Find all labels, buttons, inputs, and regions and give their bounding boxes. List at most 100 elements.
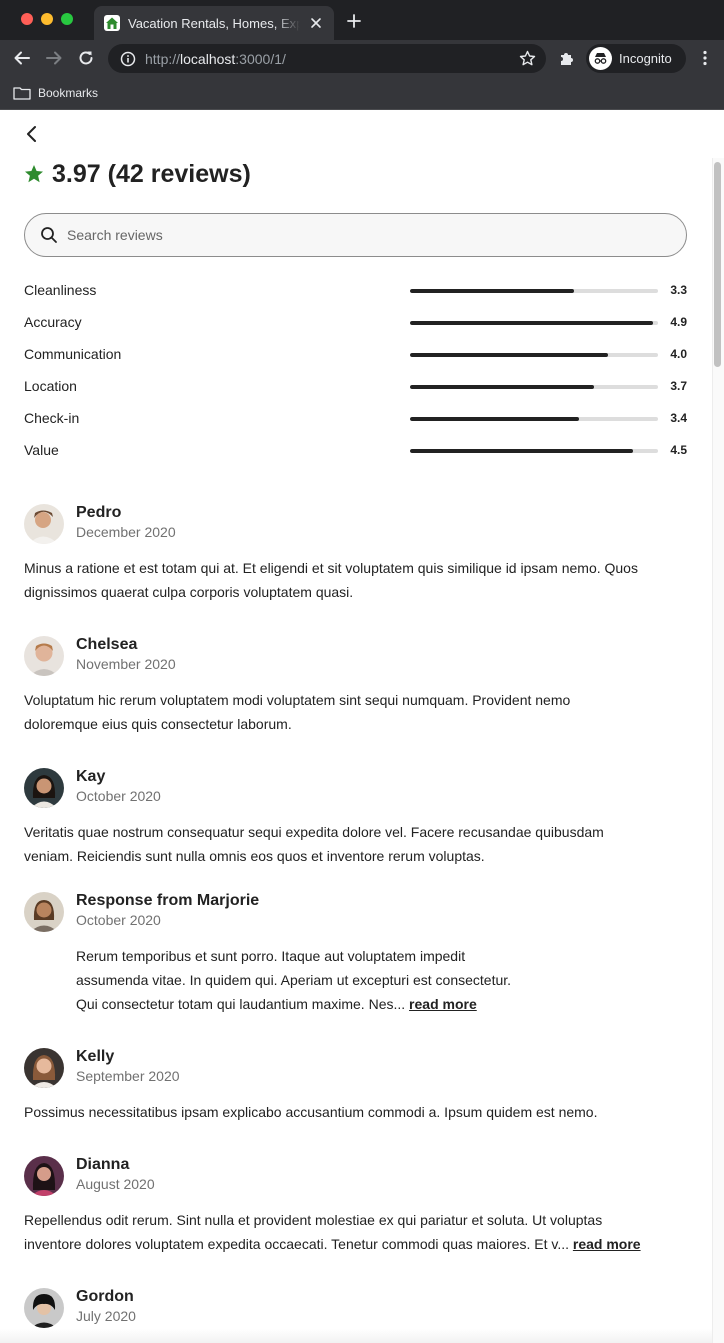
bookmarks-bar: Bookmarks: [0, 77, 724, 110]
back-chevron-icon[interactable]: [22, 124, 42, 144]
reviewer-name: Pedro: [76, 504, 122, 521]
review-text-segment: inventore dolores voluptatem expedita oc…: [24, 1236, 569, 1252]
response-text: Rerum temporibus et sunt porro. Itaque a…: [76, 944, 511, 1016]
house-favicon-icon: [104, 15, 120, 31]
review-text-line: Qui consectetur totam qui laudantium max…: [76, 992, 511, 1016]
address-bar[interactable]: http://localhost:3000/1/: [108, 44, 546, 73]
review-count: (42 reviews): [107, 159, 251, 188]
category-bar: [410, 321, 658, 325]
search-reviews-box[interactable]: [24, 213, 687, 257]
category-bar-fill: [410, 417, 579, 421]
bottom-fade: [0, 1329, 712, 1343]
review-text-line: dignissimos quaerat culpa corporis volup…: [24, 584, 354, 600]
category-bar-fill: [410, 321, 654, 325]
avatar[interactable]: [24, 504, 64, 544]
bookmark-star-icon[interactable]: [519, 50, 536, 67]
review-text-line: Repellendus odit rerum. Sint nulla et pr…: [24, 1212, 603, 1228]
category-label: Cleanliness: [24, 282, 97, 298]
reviewer-name: Kelly: [76, 1048, 115, 1065]
category-label: Location: [24, 378, 77, 394]
review-text: Possimus necessitatibus ipsam explicabo …: [24, 1100, 597, 1124]
category-bar: [410, 417, 658, 421]
avatar[interactable]: [24, 1048, 64, 1088]
category-rating-value: Value 4.5: [24, 441, 687, 461]
review-text-line: Rerum temporibus et sunt porro. Itaque a…: [76, 948, 466, 964]
avatar[interactable]: [24, 892, 64, 932]
info-icon[interactable]: [120, 51, 136, 67]
reviewer-name: Kay: [76, 768, 106, 785]
bookmarks-folder-label[interactable]: Bookmarks: [38, 86, 98, 100]
browser-tab[interactable]: Vacation Rentals, Homes, Experiences & P…: [94, 6, 334, 40]
new-tab-icon[interactable]: [345, 12, 363, 30]
review-date: July 2020: [76, 1308, 136, 1324]
review-text: Minus a ratione et est totam qui at. Et …: [24, 556, 638, 604]
url-host: localhost: [180, 50, 236, 67]
review-text-line: assumenda vitae. In quidem qui. Aperiam …: [76, 972, 512, 988]
category-rating-cleanliness: Cleanliness 3.3: [24, 281, 687, 301]
back-arrow-icon[interactable]: [13, 49, 31, 67]
category-bar: [410, 353, 658, 357]
review-date: September 2020: [76, 1068, 180, 1084]
search-input[interactable]: [65, 226, 625, 244]
incognito-label: Incognito: [619, 51, 672, 66]
category-bar-fill: [410, 289, 574, 293]
category-rating-check-in: Check-in 3.4: [24, 409, 687, 429]
category-rating-communication: Communication 4.0: [24, 345, 687, 365]
category-label: Communication: [24, 346, 122, 362]
incognito-profile-button[interactable]: Incognito: [586, 44, 686, 73]
review-date: November 2020: [76, 656, 176, 672]
category-label: Check-in: [24, 410, 80, 426]
reviewer-name: Chelsea: [76, 636, 138, 653]
scrollbar-thumb[interactable]: [714, 162, 721, 367]
avatar[interactable]: [24, 1288, 64, 1328]
search-icon: [41, 227, 57, 243]
folder-icon: [13, 87, 31, 100]
review-date: October 2020: [76, 912, 161, 928]
kebab-menu-icon[interactable]: [699, 49, 711, 67]
forward-arrow-icon[interactable]: [45, 49, 63, 67]
category-label: Value: [24, 442, 59, 458]
review-date: October 2020: [76, 788, 161, 804]
review-date: December 2020: [76, 524, 176, 540]
maximize-window-button[interactable]: [61, 13, 73, 25]
read-more-link[interactable]: read more: [573, 1236, 641, 1252]
category-bar-fill: [410, 353, 609, 357]
category-bar: [410, 385, 658, 389]
review-text-line: inventore dolores voluptatem expedita oc…: [24, 1232, 641, 1256]
page-content: 3.97 (42 reviews) Cleanliness 3.3 Accura…: [0, 110, 724, 1343]
rating-value: 3.97: [52, 159, 101, 188]
browser-toolbar: http://localhost:3000/1/ Incognito: [0, 40, 724, 77]
category-score: 4.9: [670, 315, 687, 329]
response-title: Response from Marjorie: [76, 892, 260, 909]
url-path: :3000/1/: [235, 50, 286, 67]
category-bar: [410, 289, 658, 293]
review-text-line: doloremque eius quis consectetur laborum…: [24, 716, 292, 732]
extensions-puzzle-icon[interactable]: [558, 49, 576, 67]
category-score: 3.7: [670, 379, 687, 393]
url-scheme: http://: [145, 50, 181, 67]
review-text-line: veniam. Reiciendis sunt nulla omnis eos …: [24, 848, 485, 864]
read-more-link[interactable]: read more: [409, 996, 477, 1012]
close-window-button[interactable]: [21, 13, 33, 25]
avatar[interactable]: [24, 636, 64, 676]
review-text-line: Veritatis quae nostrum consequatur sequi…: [24, 824, 604, 840]
rating-summary: 3.97 (42 reviews): [24, 157, 251, 191]
category-rating-accuracy: Accuracy 4.9: [24, 313, 687, 333]
category-rating-location: Location 3.7: [24, 377, 687, 397]
incognito-icon: [589, 47, 612, 70]
category-bar: [410, 449, 658, 453]
minimize-window-button[interactable]: [41, 13, 53, 25]
category-bar-fill: [410, 449, 634, 453]
reload-icon[interactable]: [77, 49, 95, 67]
close-tab-icon[interactable]: [308, 15, 324, 31]
category-score: 3.3: [670, 283, 687, 297]
category-score: 4.0: [670, 347, 687, 361]
avatar[interactable]: [24, 768, 64, 808]
tab-title: Vacation Rentals, Homes, Experiences & P…: [128, 15, 300, 31]
category-score: 4.5: [670, 443, 687, 457]
url-text: http://localhost:3000/1/: [145, 51, 286, 67]
review-text-segment: Qui consectetur totam qui laudantium max…: [76, 996, 406, 1012]
avatar[interactable]: [24, 1156, 64, 1196]
review-text: Veritatis quae nostrum consequatur sequi…: [24, 820, 604, 868]
review-text-line: Voluptatum hic rerum voluptatem modi vol…: [24, 692, 571, 708]
